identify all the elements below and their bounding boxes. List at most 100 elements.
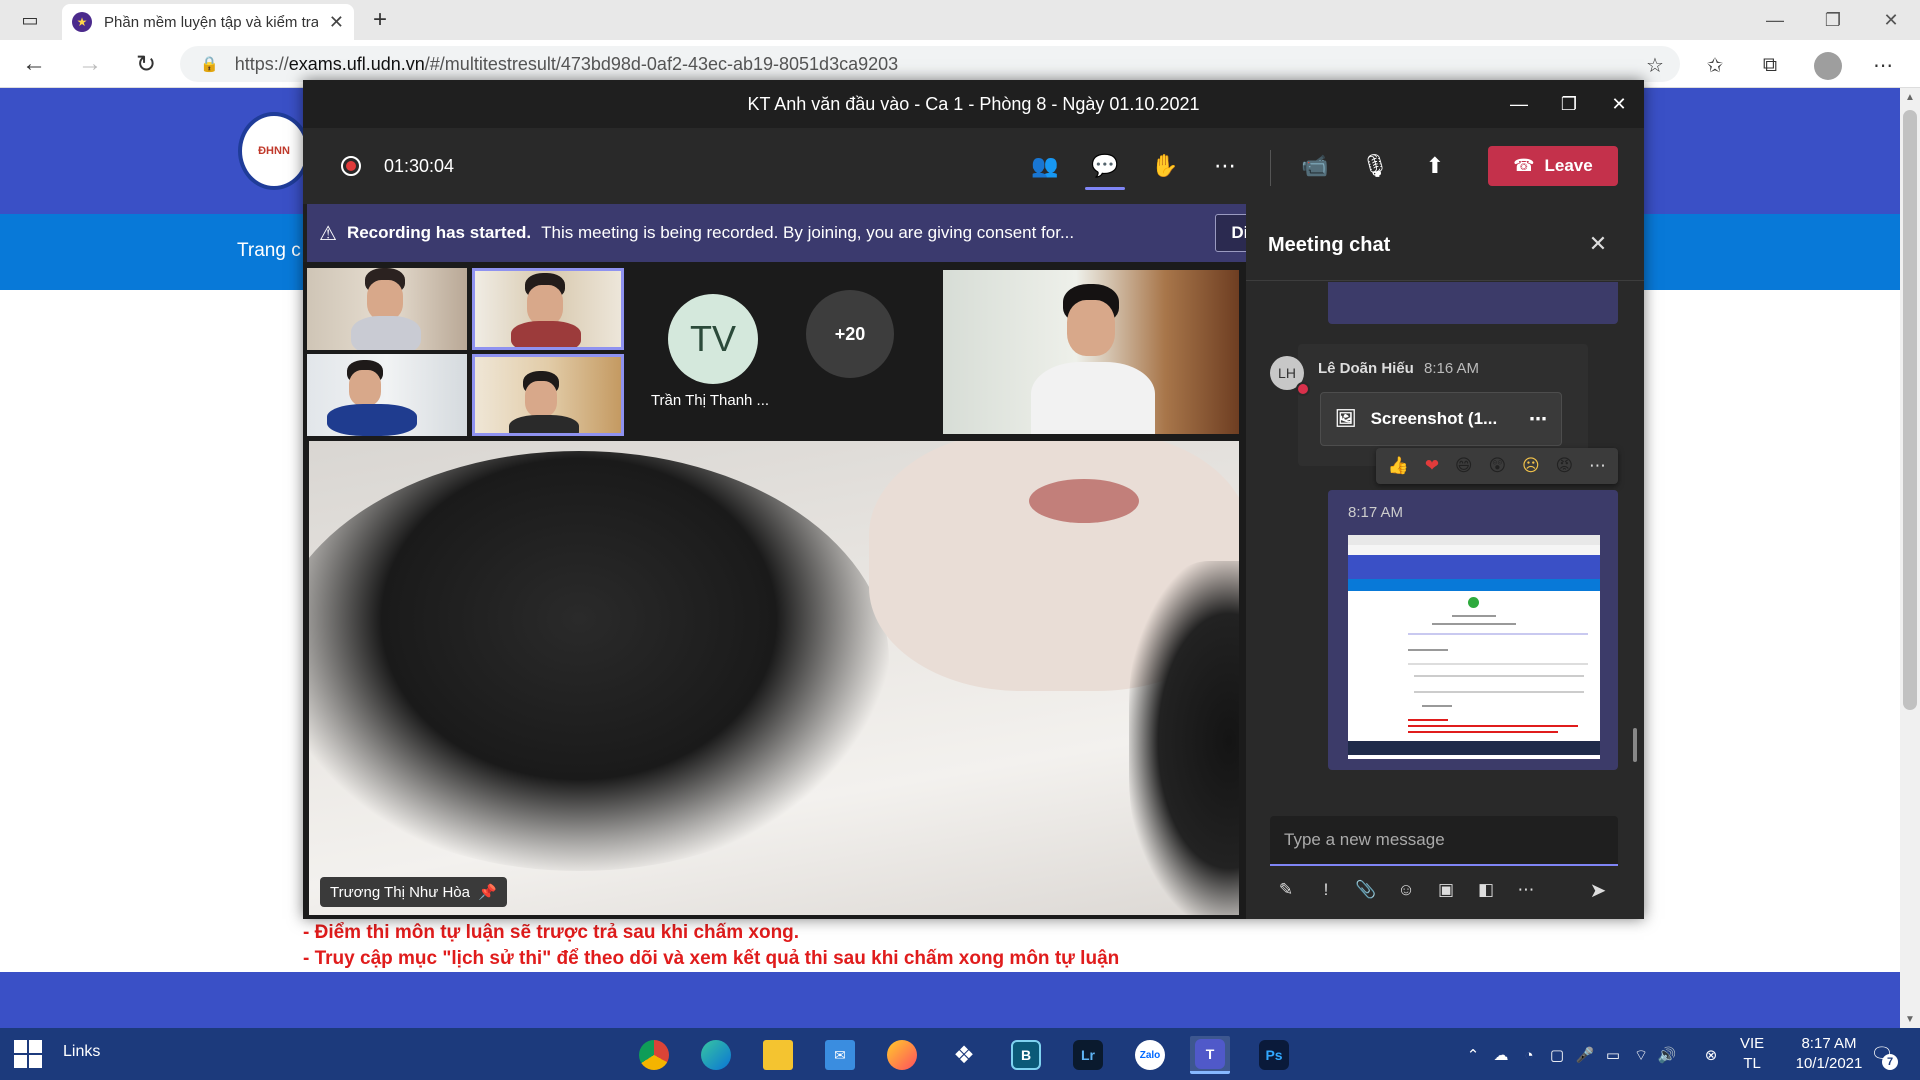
participant-face <box>525 381 557 417</box>
tray-app-icon[interactable]: ◔ <box>1518 1044 1540 1066</box>
angry-reaction-icon[interactable]: 😡 <box>1556 456 1574 476</box>
pin-icon[interactable]: 📌 <box>478 883 497 901</box>
maximize-icon[interactable]: ❐ <box>1810 4 1856 36</box>
battery-icon[interactable]: ▭ <box>1602 1044 1624 1066</box>
shot-check-icon <box>1468 597 1479 608</box>
chat-scrollbar[interactable] <box>1633 728 1637 762</box>
add-favorite-icon[interactable]: ☆ <box>1640 52 1670 78</box>
format-icon[interactable]: ✎ <box>1270 874 1302 906</box>
participant-avatar-tv[interactable]: TV <box>668 294 758 384</box>
mail-icon[interactable]: ✉ <box>820 1036 860 1074</box>
laugh-reaction-icon[interactable]: 😄 <box>1455 456 1473 476</box>
language-indicator[interactable]: VIE TL <box>1740 1034 1764 1074</box>
page-nav-home[interactable]: Trang c <box>237 240 301 262</box>
teams-icon[interactable]: T <box>1190 1036 1230 1074</box>
photoshop-icon[interactable]: Ps <box>1254 1036 1294 1074</box>
file-more-icon[interactable]: ⋯ <box>1529 409 1547 430</box>
teams-restore-icon[interactable]: ❐ <box>1551 88 1587 120</box>
mic-muted-icon[interactable]: 🎙 <box>1355 148 1395 184</box>
participant-face <box>367 280 403 320</box>
system-clock[interactable]: 8:17 AM 10/1/2021 <box>1784 1034 1874 1074</box>
camera-icon[interactable]: 📹 <box>1295 148 1335 184</box>
teams-close-icon[interactable]: ✕ <box>1601 88 1637 120</box>
tray-overflow-icon[interactable]: ⌃ <box>1462 1044 1484 1066</box>
wifi-icon[interactable]: ⌔ <box>1630 1044 1652 1066</box>
share-screen-icon[interactable]: ⬆ <box>1415 148 1455 184</box>
banner-message: This meeting is being recorded. By joini… <box>541 223 1075 242</box>
microphone-icon[interactable]: 🎤 <box>1574 1044 1596 1066</box>
windows-start-icon[interactable] <box>14 1040 44 1068</box>
language-code: VIE <box>1740 1035 1765 1052</box>
settings-more-icon[interactable]: ⋯ <box>1868 52 1898 78</box>
device-icon[interactable]: ▢ <box>1546 1044 1568 1066</box>
shot-text-line <box>1414 675 1584 677</box>
phone-hangup-icon: ☎ <box>1513 156 1535 175</box>
file-attachment[interactable]: 🖼 Screenshot (1... ⋯ <box>1320 392 1562 446</box>
chat-close-icon[interactable]: ✕ <box>1584 230 1612 258</box>
new-tab-icon[interactable]: + <box>366 6 394 34</box>
tab-actions-icon[interactable]: ▭ <box>12 8 48 32</box>
participants-icon[interactable]: 👥 <box>1025 148 1065 184</box>
refresh-icon[interactable]: ↻ <box>130 49 162 79</box>
scroll-up-icon[interactable]: ▲ <box>1904 92 1916 103</box>
gif-icon[interactable]: ▣ <box>1430 874 1462 906</box>
participant-shirt <box>327 404 417 436</box>
profile-avatar[interactable] <box>1814 52 1842 80</box>
lightroom-icon[interactable]: Lr <box>1068 1036 1108 1074</box>
back-icon[interactable]: ← <box>18 49 50 79</box>
message-input[interactable] <box>1284 830 1544 850</box>
favorites-icon[interactable]: ✩ <box>1700 52 1730 78</box>
compose-more-icon[interactable]: ⋯ <box>1510 874 1542 906</box>
collections-icon[interactable]: ⧉ <box>1755 52 1785 78</box>
image-file-icon: 🖼 <box>1335 409 1357 428</box>
participant-video[interactable] <box>307 268 467 350</box>
surprised-reaction-icon[interactable]: 😲 <box>1488 456 1506 476</box>
reaction-more-icon[interactable]: ⋯ <box>1589 456 1606 476</box>
page-footer <box>0 972 1900 1028</box>
hair-shape <box>309 451 889 871</box>
scroll-down-icon[interactable]: ▼ <box>1904 1014 1916 1025</box>
screenshot-preview-image[interactable] <box>1348 535 1600 759</box>
participant-video-selected[interactable] <box>472 268 624 350</box>
tab-close-icon[interactable]: ✕ <box>329 12 344 33</box>
browser-tab[interactable]: ★ Phần mềm luyện tập và kiểm tra ✕ <box>62 4 354 40</box>
notification-count: 7 <box>1882 1054 1898 1070</box>
page-scroll-thumb[interactable] <box>1903 110 1917 710</box>
participant-video-selected[interactable] <box>472 354 624 436</box>
chat-icon[interactable]: 💬 <box>1085 148 1125 190</box>
edge-icon[interactable] <box>696 1036 736 1074</box>
sticker-icon[interactable]: ◧ <box>1470 874 1502 906</box>
file-explorer-icon[interactable] <box>758 1036 798 1074</box>
participant-video-large[interactable] <box>943 270 1239 434</box>
dropbox-icon[interactable]: ❖ <box>944 1036 984 1074</box>
like-reaction-icon[interactable]: 👍 <box>1388 456 1409 476</box>
zalo-icon[interactable]: Zalo <box>1130 1036 1170 1074</box>
emoji-icon[interactable]: ☺ <box>1390 874 1422 906</box>
volume-icon[interactable]: 🔊 <box>1656 1044 1678 1066</box>
more-participants-button[interactable]: +20 <box>806 290 894 378</box>
leave-button[interactable]: ☎ Leave <box>1488 146 1618 186</box>
more-actions-icon[interactable]: ⋯ <box>1205 148 1245 184</box>
chrome-icon[interactable] <box>634 1036 674 1074</box>
recording-banner: ⚠ Recording has started. This meeting is… <box>307 204 1317 262</box>
attach-icon[interactable]: 📎 <box>1350 874 1382 906</box>
notes-app-icon[interactable]: B <box>1006 1036 1046 1074</box>
participant-shirt <box>509 415 579 433</box>
minimize-icon[interactable]: — <box>1752 4 1798 36</box>
heart-reaction-icon[interactable]: ❤ <box>1425 456 1439 476</box>
firefox-icon[interactable] <box>882 1036 922 1074</box>
author-name: Lê Doãn Hiếu <box>1318 360 1414 377</box>
forward-icon[interactable]: → <box>74 49 106 79</box>
url-input[interactable]: 🔒 https://exams.ufl.udn.vn/#/multitestre… <box>180 46 1680 82</box>
important-icon[interactable]: ! <box>1310 874 1342 906</box>
onedrive-icon[interactable]: ☁ <box>1490 1044 1512 1066</box>
sad-reaction-icon[interactable]: ☹ <box>1522 456 1540 476</box>
raise-hand-icon[interactable]: ✋ <box>1145 148 1185 184</box>
close-window-icon[interactable]: ✕ <box>1868 4 1914 36</box>
main-speaker-video[interactable] <box>309 441 1239 915</box>
send-icon[interactable]: ➤ <box>1582 874 1614 906</box>
input-indicator-icon[interactable]: ⊗ <box>1700 1044 1722 1066</box>
teams-minimize-icon[interactable]: — <box>1501 88 1537 120</box>
links-toolbar[interactable]: Links <box>63 1043 100 1061</box>
participant-video[interactable] <box>307 354 467 436</box>
